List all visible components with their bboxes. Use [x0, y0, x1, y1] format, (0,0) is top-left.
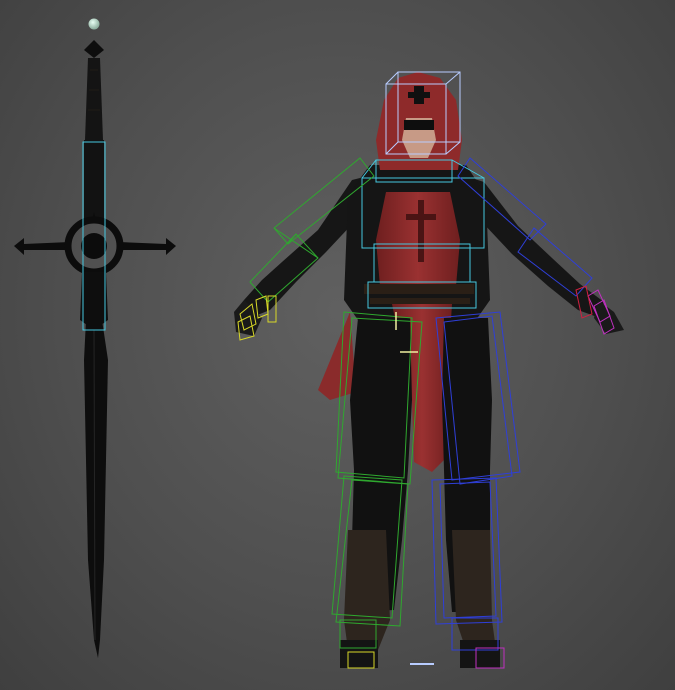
- sword-crossguard: [14, 238, 70, 255]
- scene-canvas[interactable]: [0, 0, 675, 690]
- character-cape: [318, 312, 356, 400]
- sword-mesh[interactable]: [14, 40, 176, 658]
- sword-blade: [84, 320, 108, 658]
- light-gizmo[interactable]: [88, 18, 100, 30]
- viewport-3d[interactable]: [0, 0, 675, 690]
- sword-pommel: [84, 40, 104, 58]
- character-mesh[interactable]: [234, 72, 624, 668]
